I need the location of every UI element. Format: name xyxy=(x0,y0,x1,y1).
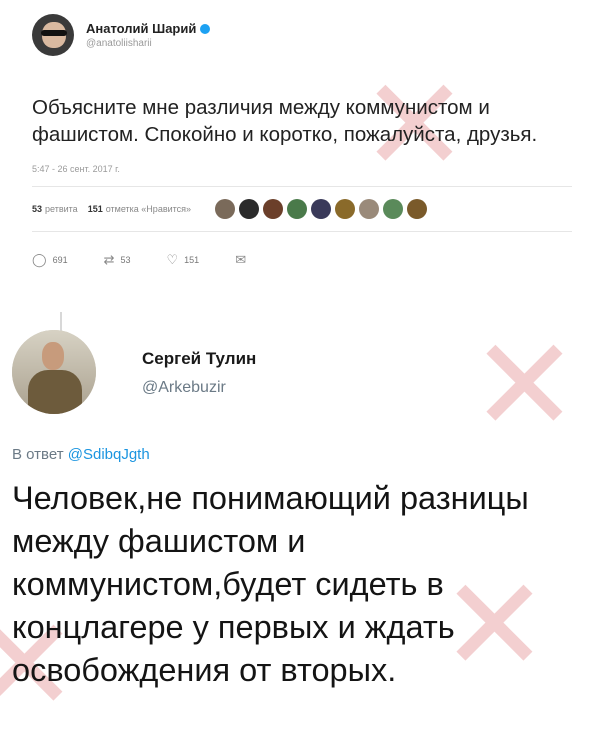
author-name-text[interactable]: Анатолий Шарий xyxy=(86,21,196,36)
reply-count: 691 xyxy=(52,255,68,265)
tweet-text: Человек,не понимающий разницы между фаши… xyxy=(12,480,529,688)
liker-avatar[interactable] xyxy=(263,199,284,219)
reply-button[interactable]: ◯ 691 xyxy=(32,252,68,268)
like-action-count: 151 xyxy=(184,255,200,265)
reply-context: В ответ @SdibqJgth xyxy=(12,446,602,463)
like-count[interactable]: 151 xyxy=(88,204,103,214)
tweet-header: Сергей Тулин @Arkebuzir xyxy=(12,330,602,414)
thread-line xyxy=(60,312,62,332)
author-handle[interactable]: @anatoliisharii xyxy=(86,38,210,49)
liker-avatar[interactable] xyxy=(383,199,404,219)
retweet-button[interactable]: ⇄ 53 xyxy=(104,252,131,268)
like-label[interactable]: отметка «Нравится» xyxy=(106,204,191,214)
heart-icon: ♡ xyxy=(166,252,179,267)
author-name[interactable]: Сергей Тулин xyxy=(142,349,256,369)
liker-avatar[interactable] xyxy=(215,199,236,219)
divider xyxy=(32,231,572,232)
retweet-action-count: 53 xyxy=(120,255,131,265)
liker-avatar[interactable] xyxy=(407,199,428,219)
avatar[interactable] xyxy=(12,330,96,414)
tweet-timestamp[interactable]: 5:47 - 26 сент. 2017 г. xyxy=(32,164,592,174)
reply-prefix: В ответ xyxy=(12,446,64,463)
tweet-actions: ◯ 691 ⇄ 53 ♡ 151 ✉ xyxy=(32,252,592,268)
likers-avatars xyxy=(215,199,431,219)
reply-icon: ◯ xyxy=(32,252,47,267)
liker-avatar[interactable] xyxy=(311,199,332,219)
author-handle[interactable]: @Arkebuzir xyxy=(142,379,256,397)
tweet-text: Объясните мне различия между коммунистом… xyxy=(32,96,538,146)
liker-avatar[interactable] xyxy=(359,199,380,219)
tweet-header: Анатолий Шарий @anatoliisharii xyxy=(32,14,592,56)
reply-tweet: Сергей Тулин @Arkebuzir В ответ @SdibqJg… xyxy=(12,330,602,692)
verified-icon xyxy=(200,23,211,34)
message-button[interactable]: ✉ xyxy=(235,252,252,268)
avatar[interactable] xyxy=(32,14,74,56)
retweet-icon: ⇄ xyxy=(103,252,115,267)
retweet-count[interactable]: 53 xyxy=(32,204,42,214)
author-name[interactable]: Анатолий Шарий xyxy=(86,21,211,36)
tweet-stats: 53 ретвита 151 отметка «Нравится» xyxy=(32,199,592,219)
like-button[interactable]: ♡ 151 xyxy=(167,252,200,268)
liker-avatar[interactable] xyxy=(335,199,356,219)
reply-mention-link[interactable]: @SdibqJgth xyxy=(68,446,150,463)
divider xyxy=(32,186,572,187)
liker-avatar[interactable] xyxy=(239,199,260,219)
original-tweet: Анатолий Шарий @anatoliisharii Объясните… xyxy=(32,14,592,268)
retweet-label[interactable]: ретвита xyxy=(45,204,78,214)
liker-avatar[interactable] xyxy=(287,199,308,219)
envelope-icon: ✉ xyxy=(235,252,247,267)
